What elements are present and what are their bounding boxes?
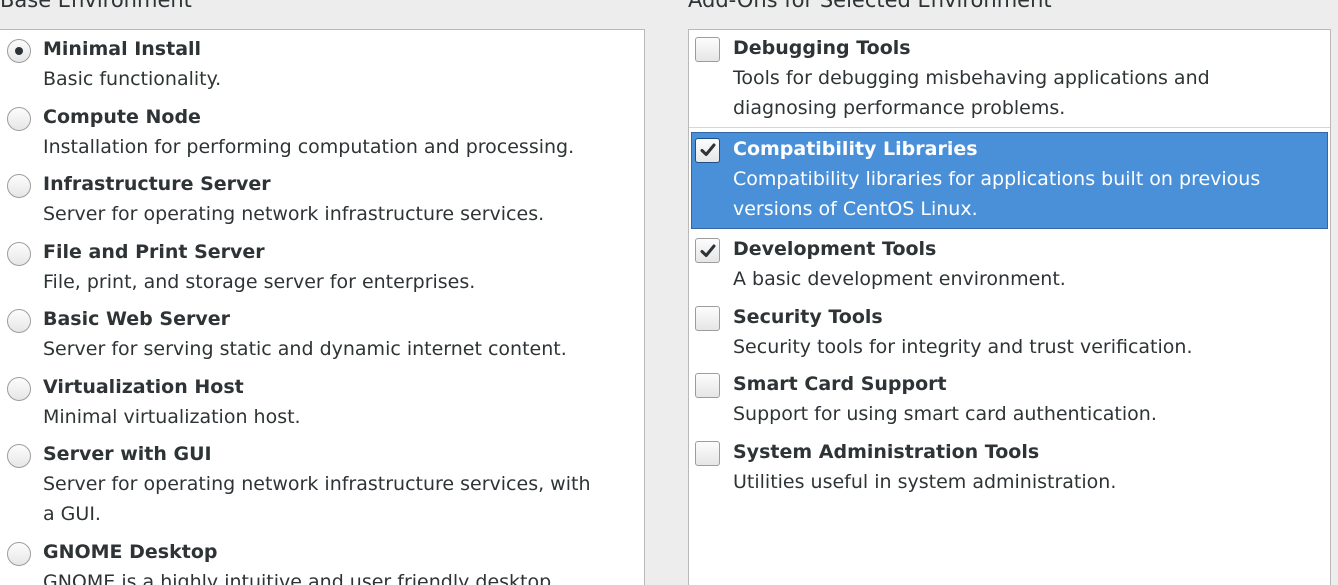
env-option-compute-node[interactable]: Compute Node Installation for performing… [0, 98, 644, 166]
addon-description: Tools for debugging misbehaving applicat… [733, 67, 1210, 119]
env-option-virtualization-host[interactable]: Virtualization Host Minimal virtualizati… [0, 368, 644, 436]
env-option-server-with-gui[interactable]: Server with GUI Server for operating net… [0, 435, 644, 533]
base-environment-list[interactable]: Minimal Install Basic functionality. Com… [0, 29, 645, 585]
env-option-title: GNOME Desktop [43, 540, 218, 563]
addon-title: System Administration Tools [733, 441, 1040, 464]
env-option-description: Server for operating network infrastruct… [43, 203, 545, 225]
env-option-minimal-install[interactable]: Minimal Install Basic functionality. [0, 30, 644, 98]
addon-description: Utilities useful in system administratio… [733, 471, 1117, 494]
addon-compatibility-libraries[interactable]: Compatibility Libraries Compatibility li… [691, 131, 1328, 229]
env-option-description: Installation for performing computation … [43, 135, 575, 158]
addon-description: Security tools for integrity and trust v… [733, 335, 1193, 358]
env-option-title: Compute Node [43, 105, 201, 128]
addon-debugging-tools[interactable]: Debugging Tools Tools for debugging misb… [689, 30, 1330, 128]
radio-dot [15, 47, 23, 55]
env-option-basic-web-server[interactable]: Basic Web Server Server for serving stat… [0, 300, 644, 368]
addon-description: A basic development environment. [733, 268, 1066, 290]
radio-button-icon[interactable] [7, 174, 31, 198]
radio-button-icon[interactable] [7, 541, 31, 566]
env-option-title: Basic Web Server [43, 308, 230, 330]
checkbox-unchecked-icon[interactable] [695, 441, 720, 467]
radio-button-icon[interactable] [7, 106, 31, 131]
addon-title: Debugging Tools [733, 37, 911, 59]
env-option-gnome-desktop[interactable]: GNOME Desktop GNOME is a highly intuitiv… [0, 533, 644, 585]
radio-button-icon[interactable] [7, 376, 31, 401]
base-environment-heading: Base Environment [0, 0, 192, 12]
software-selection-page: Base Environment Add-Ons for Selected En… [0, 0, 1338, 585]
env-option-title: Server with GUI [43, 443, 212, 465]
radio-button-icon[interactable] [7, 444, 31, 468]
radio-button-checked-icon[interactable] [7, 39, 31, 63]
radio-button-icon[interactable] [7, 309, 31, 333]
env-option-title: Virtualization Host [43, 375, 244, 398]
radio-button-icon[interactable] [7, 241, 31, 266]
addon-description: Support for using smart card authenticat… [733, 403, 1157, 426]
addon-security-tools[interactable]: Security Tools Security tools for integr… [689, 299, 1330, 367]
checkbox-unchecked-icon[interactable] [695, 37, 720, 62]
checkbox-unchecked-icon[interactable] [695, 373, 720, 399]
env-option-description: Server for serving static and dynamic in… [43, 338, 567, 360]
addons-heading: Add-Ons for Selected Environment [688, 0, 1052, 12]
env-option-infrastructure-server[interactable]: Infrastructure Server Server for operati… [0, 165, 644, 233]
env-option-description: File, print, and storage server for ente… [43, 270, 476, 293]
env-option-title: File and Print Server [43, 240, 265, 263]
env-option-description: Server for operating network infrastruct… [43, 473, 591, 525]
addon-title: Security Tools [733, 305, 883, 328]
addons-list[interactable]: Debugging Tools Tools for debugging misb… [688, 29, 1331, 585]
env-option-description: Basic functionality. [43, 68, 222, 90]
addon-title: Development Tools [733, 238, 937, 260]
env-option-title: Minimal Install [43, 38, 202, 60]
addon-development-tools[interactable]: Development Tools A basic development en… [689, 231, 1330, 299]
checkbox-checked-icon[interactable] [695, 137, 720, 163]
checkmark-icon [700, 143, 715, 156]
addon-system-administration-tools[interactable]: System Administration Tools Utilities us… [689, 434, 1330, 502]
addon-smart-card-support[interactable]: Smart Card Support Support for using sma… [689, 366, 1330, 434]
env-option-description: Minimal virtualization host. [43, 405, 301, 428]
checkmark-icon [700, 244, 715, 257]
env-option-description: GNOME is a highly intuitive and user fri… [43, 570, 552, 585]
env-option-title: Infrastructure Server [43, 173, 271, 195]
checkbox-checked-icon[interactable] [695, 238, 720, 263]
checkbox-unchecked-icon[interactable] [695, 305, 720, 331]
addon-title: Smart Card Support [733, 373, 947, 396]
env-option-file-and-print-server[interactable]: File and Print Server File, print, and s… [0, 233, 644, 301]
addon-title: Compatibility Libraries [733, 137, 978, 160]
addon-description: Compatibility libraries for applications… [733, 167, 1261, 220]
